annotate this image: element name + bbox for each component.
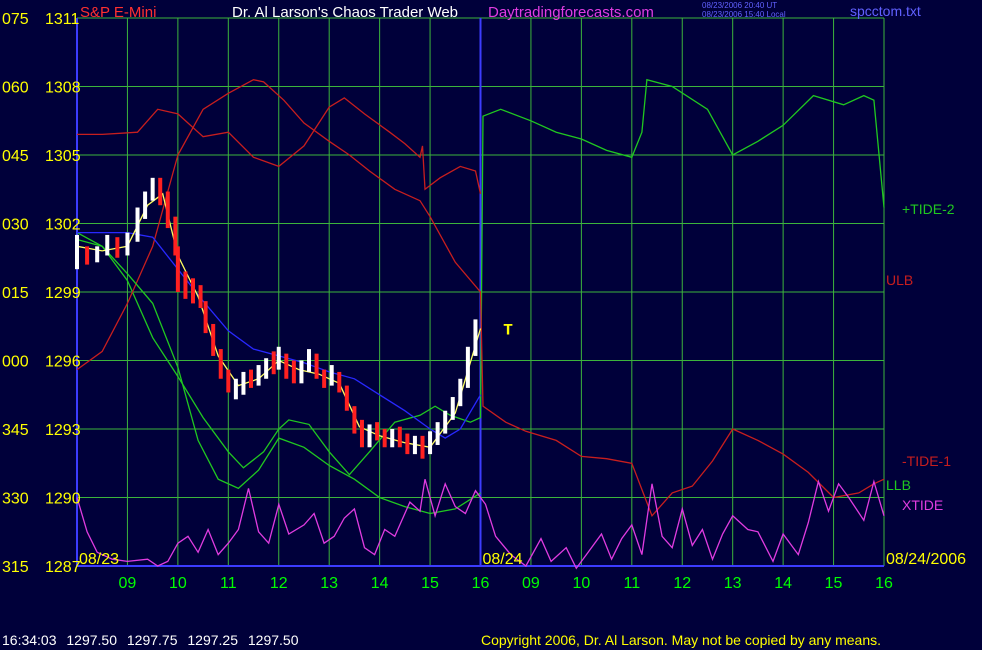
chart-canvas: T075 1311060 1308045 1305030 1302015 1299000 1… <box>2 1 966 592</box>
header-time-ut: 08/23/2006 20:40 UT <box>702 1 777 10</box>
projection-marker: T <box>503 322 513 340</box>
x-tick-label: 16 <box>472 575 490 592</box>
status-high: 1297.75 <box>126 632 178 648</box>
y-tick-label-left: 000 <box>2 354 29 371</box>
header-file: spcctom.txt <box>850 3 921 19</box>
y-tick-label-left: 045 <box>2 148 29 165</box>
x-tick-label: 11 <box>220 575 237 592</box>
y-tick-label-right: 1299 <box>45 285 81 302</box>
header-site: Daytradingforecasts.com <box>488 4 654 21</box>
x-tick-label: 10 <box>169 575 187 592</box>
x-tick-label: 14 <box>371 575 389 592</box>
y-tick-label-left: 015 <box>2 285 29 302</box>
series-label: LLB <box>886 477 911 493</box>
x-tick-label: 12 <box>673 575 691 592</box>
y-tick-label-right: 1287 <box>45 559 81 576</box>
x-tick-label: 16 <box>875 575 893 592</box>
y-tick-label-right: 1308 <box>45 80 81 97</box>
status-low: 1297.25 <box>187 632 238 648</box>
copyright-text: Copyright 2006, Dr. Al Larson. May not b… <box>481 632 882 648</box>
y-tick-label-left: 330 <box>2 491 29 508</box>
y-tick-label-left: 315 <box>2 559 29 576</box>
date-label: 08/24/2006 <box>886 551 966 568</box>
y-tick-label-right: 1302 <box>45 217 81 234</box>
y-tick-label-right: 1293 <box>45 422 81 439</box>
date-label: 08/24 <box>483 551 523 568</box>
x-tick-label: 13 <box>320 575 338 592</box>
x-tick-label: 10 <box>572 575 590 592</box>
y-tick-label-right: 1311 <box>45 11 80 28</box>
status-open: 1297.50 <box>66 632 117 648</box>
y-tick-label-left: 060 <box>2 80 29 97</box>
y-tick-label-right: 1305 <box>45 148 81 165</box>
y-tick-label-left: 030 <box>2 217 29 234</box>
x-tick-label: 14 <box>774 575 792 592</box>
status-time: 16:34:03 <box>2 632 57 648</box>
series-label: ULB <box>886 272 913 288</box>
y-tick-label-left: 345 <box>2 422 29 439</box>
y-tick-label-right: 1296 <box>45 354 81 371</box>
y-tick-label-left: 075 <box>2 11 29 28</box>
x-tick-label: 15 <box>825 575 843 592</box>
series-label: +TIDE-2 <box>902 201 955 217</box>
header-title: Dr. Al Larson's Chaos Trader Web <box>232 4 458 21</box>
x-tick-label: 11 <box>624 575 641 592</box>
x-tick-label: 09 <box>119 575 137 592</box>
y-tick-label-right: 1290 <box>45 491 81 508</box>
date-label: 08/23 <box>79 551 119 568</box>
series-label: -TIDE-1 <box>902 453 951 469</box>
chart-title: S&P E-Mini <box>80 4 156 21</box>
x-tick-label: 15 <box>421 575 439 592</box>
status-close: 1297.50 <box>247 632 299 648</box>
series-label: XTIDE <box>902 497 943 513</box>
header-time-local: 08/23/2006 15:40 Local <box>702 10 786 19</box>
x-tick-label: 13 <box>724 575 742 592</box>
x-tick-label: 09 <box>522 575 540 592</box>
x-tick-label: 12 <box>270 575 288 592</box>
status-bar: 16:34:03 1297.50 1297.75 1297.25 1297.50 <box>2 632 305 648</box>
